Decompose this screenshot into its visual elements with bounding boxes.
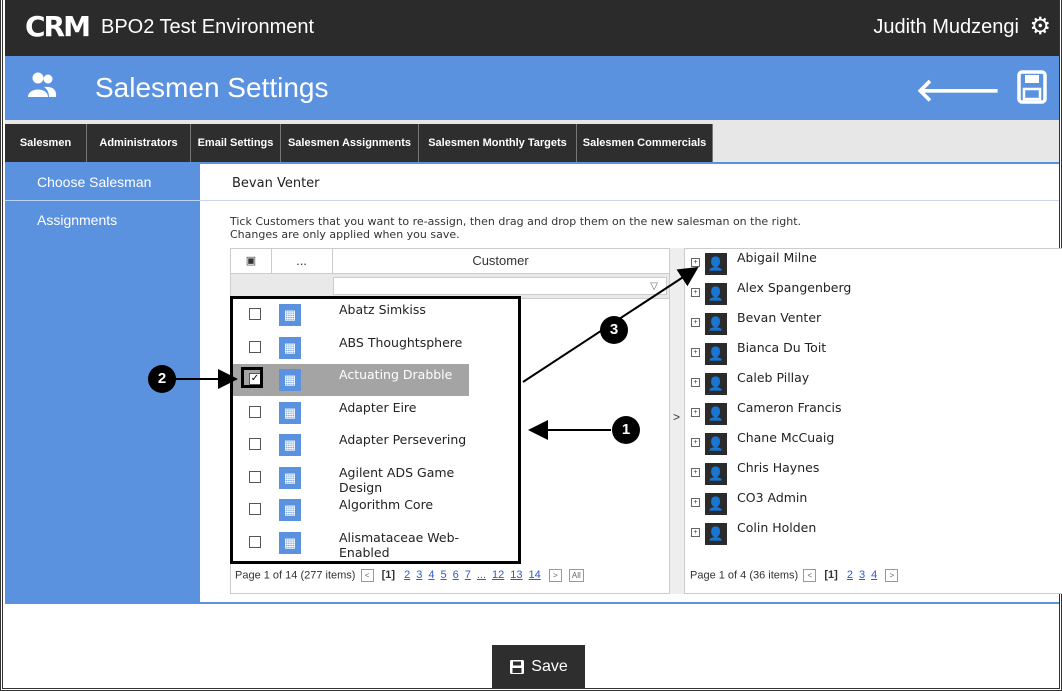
annotation-badge-1: 1 [612,416,640,444]
annotation-arrows [175,266,699,440]
annotation-badge-3: 3 [600,316,628,344]
annotation-badge-2: 2 [148,365,176,393]
